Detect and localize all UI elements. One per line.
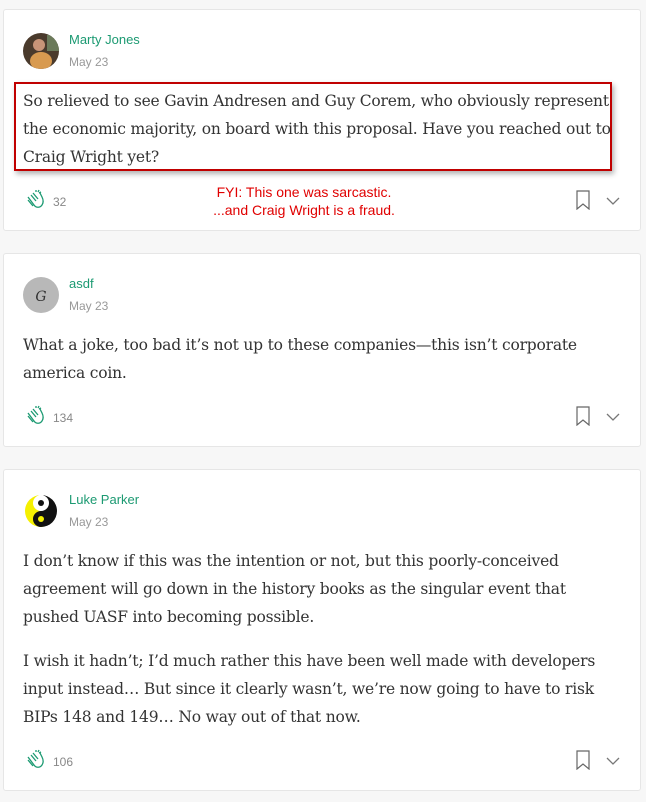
comment-paragraph: So relieved to see Gavin Andresen and Gu… [23,92,611,166]
author-name[interactable]: Marty Jones [69,31,140,49]
avatar[interactable] [23,493,59,529]
comment-body[interactable]: What a joke, too bad it’s not up to thes… [23,331,620,387]
avatar[interactable] [23,33,59,69]
comment-header: Luke Parker May 23 [23,491,620,531]
annotation-note: FYI: This one was sarcastic. ...and Craig… [154,183,454,219]
clap-icon[interactable] [23,188,47,217]
clap-count: 134 [53,411,74,425]
svg-text:G: G [35,289,46,305]
comment-body[interactable]: I don’t know if this was the intention o… [23,547,620,731]
clap-count: 106 [53,755,74,769]
comment-paragraph: What a joke, too bad it’s not up to thes… [23,336,577,382]
comment-date[interactable]: May 23 [69,297,108,315]
clap-icon[interactable] [23,404,47,433]
bookmark-icon[interactable] [576,189,590,215]
comment-card: G asdf May 23 What a joke, too bad it’s … [3,253,641,447]
author-name[interactable]: Luke Parker [69,491,139,509]
annotation-line: FYI: This one was sarcastic. [216,184,392,200]
comment-date[interactable]: May 23 [69,513,139,531]
comment-header: G asdf May 23 [23,275,620,315]
chevron-down-icon[interactable] [606,409,620,427]
clap-icon[interactable] [23,748,47,777]
comment-card: Luke Parker May 23 I don’t know if this … [3,469,641,791]
annotation-line: ...and Craig Wright is a fraud. [213,202,395,218]
chevron-down-icon[interactable] [606,193,620,211]
comment-paragraph: I wish it hadn’t; I’d much rather this h… [23,652,596,726]
comment-footer: 134 [23,404,620,433]
bookmark-icon[interactable] [576,749,590,775]
comment-card: Marty Jones May 23 So relieved to see Ga… [3,9,641,231]
comment-footer: 106 [23,748,620,777]
comment-date[interactable]: May 23 [69,53,140,71]
clap-count: 32 [53,195,67,209]
comment-body[interactable]: So relieved to see Gavin Andresen and Gu… [23,87,620,171]
comment-paragraph: I don’t know if this was the intention o… [23,552,566,626]
bookmark-icon[interactable] [576,405,590,431]
avatar[interactable]: G [23,277,59,313]
comment-header: Marty Jones May 23 [23,31,620,71]
chevron-down-icon[interactable] [606,753,620,771]
author-name[interactable]: asdf [69,275,108,293]
